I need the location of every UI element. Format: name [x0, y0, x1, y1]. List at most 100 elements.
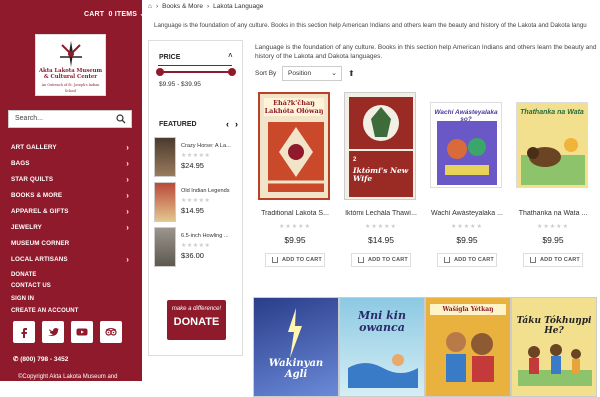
- chevron-right-icon: ›: [126, 255, 129, 264]
- nav-label: STAR QUILTS: [11, 176, 54, 183]
- nav-star-quilts[interactable]: STAR QUILTS ›: [11, 175, 129, 184]
- product-image[interactable]: Mni kin owanca: [339, 297, 425, 397]
- featured-next-icon[interactable]: ›: [235, 119, 238, 129]
- twitter-button[interactable]: [42, 321, 64, 343]
- product-name[interactable]: Iktómi Lechála Thawí...: [340, 210, 422, 217]
- product-price: $9.95: [284, 235, 306, 245]
- product-image[interactable]: Ehá?k'čhaŋ Lakhóta Ołówaŋ: [258, 92, 330, 200]
- nav-art-gallery[interactable]: ART GALLERY ›: [11, 143, 129, 152]
- product-image[interactable]: Wakinyan Agli: [253, 297, 339, 397]
- cart-icon: [444, 257, 450, 263]
- cart-link[interactable]: CART 0 ITEMS ⌄: [84, 10, 145, 18]
- search-icon[interactable]: [116, 114, 126, 124]
- link-label: CONTACT US: [11, 283, 51, 289]
- featured-price: $14.95: [181, 206, 204, 215]
- chevron-right-icon: ›: [126, 223, 129, 232]
- phone-number[interactable]: ✆ (800) 798 - 3452: [13, 355, 68, 363]
- featured-name[interactable]: Old Indian Legends: [181, 188, 230, 194]
- search-input[interactable]: Search...: [8, 110, 132, 128]
- featured-thumbnail[interactable]: [154, 137, 176, 177]
- featured-prev-icon[interactable]: ‹: [226, 119, 229, 129]
- cart-label: CART: [84, 11, 105, 18]
- logo-line2: & Cultural Center: [43, 74, 98, 80]
- book-cover-art: [268, 122, 324, 192]
- featured-thumbnail[interactable]: [154, 182, 176, 222]
- nav-jewelry[interactable]: JEWELRY ›: [11, 223, 129, 232]
- product-name[interactable]: Thathanka na Wata ...: [512, 210, 594, 217]
- slider-min-handle[interactable]: [156, 68, 164, 76]
- facebook-button[interactable]: [13, 321, 35, 343]
- breadcrumb-separator: ›: [155, 3, 159, 10]
- price-range: $9.95 - $39.95: [159, 81, 201, 88]
- product-price: $9.95: [456, 235, 478, 245]
- link-contact-us[interactable]: CONTACT US: [11, 283, 129, 289]
- sort-direction-icon[interactable]: ⬆: [348, 69, 355, 78]
- add-to-cart-button[interactable]: ADD TO CART: [523, 253, 583, 267]
- nav-label: JEWELRY: [11, 224, 42, 231]
- lightning-art: [288, 308, 302, 358]
- nav-museum-corner[interactable]: MUSEUM CORNER: [11, 240, 129, 247]
- featured-price: $24.95: [181, 161, 204, 170]
- youtube-button[interactable]: [71, 321, 93, 343]
- feather-emblem-icon: [60, 41, 82, 67]
- cover-title: Thathanka na Wata: [520, 109, 584, 116]
- add-to-cart-button[interactable]: ADD TO CART: [351, 253, 411, 267]
- product-image[interactable]: Wašígla Yétkaŋ: [425, 297, 511, 397]
- featured-price: $36.00: [181, 251, 204, 260]
- chevron-down-icon: ⌄: [331, 70, 337, 77]
- link-label: DONATE: [11, 272, 37, 278]
- nav-books-more[interactable]: BOOKS & MORE ›: [11, 191, 129, 200]
- breadcrumb-books-more[interactable]: Books & More: [162, 3, 203, 10]
- family-art: [518, 344, 592, 386]
- product-name[interactable]: Traditional Lakota S...: [254, 210, 336, 217]
- breadcrumb-current: Lakota Language: [213, 3, 264, 10]
- link-label: SIGN IN: [11, 296, 35, 302]
- product-price: $14.95: [368, 235, 394, 245]
- featured-name[interactable]: 6.5-inch Howling ...: [181, 233, 229, 239]
- chevron-right-icon: ›: [126, 159, 129, 168]
- featured-item[interactable]: Crazy Horse: A La... ★★★★★ $24.95: [154, 137, 239, 177]
- featured-thumbnail[interactable]: [154, 227, 176, 267]
- product-image[interactable]: Thathanka na Wata: [516, 102, 588, 188]
- logo-tagline: An Outreach of St. Joseph's Indian Schoo…: [41, 83, 100, 93]
- add-to-cart-button[interactable]: ADD TO CART: [437, 253, 497, 267]
- tripadvisor-button[interactable]: [100, 321, 122, 343]
- museum-logo[interactable]: Akta Lakota Museum & Cultural Center An …: [35, 34, 106, 96]
- price-slider[interactable]: [156, 68, 236, 76]
- sort-select[interactable]: Position ⌄: [282, 66, 342, 81]
- youtube-icon: [76, 328, 88, 336]
- nav-local-artisans[interactable]: LOCAL ARTISANS ›: [11, 255, 129, 264]
- rating-stars: ★★★★★: [537, 224, 569, 230]
- nav-label: LOCAL ARTISANS: [11, 256, 68, 263]
- cart-icon: [272, 257, 278, 263]
- rating-stars: ★★★★★: [451, 224, 483, 230]
- home-icon[interactable]: ⌂: [148, 3, 152, 10]
- button-label: ADD TO CART: [540, 257, 580, 263]
- sort-label: Sort By: [255, 70, 277, 77]
- donate-banner[interactable]: make a difference! DONATE: [167, 300, 226, 340]
- link-create-account[interactable]: CREATE AN ACCOUNT: [11, 308, 129, 314]
- featured-name[interactable]: Crazy Horse: A La...: [181, 143, 231, 149]
- nav-bags[interactable]: BAGS ›: [11, 159, 129, 168]
- nav-label: APPAREL & GIFTS: [11, 208, 69, 215]
- link-sign-in[interactable]: SIGN IN: [11, 296, 129, 302]
- book-cover-art: [521, 138, 585, 185]
- tripadvisor-icon: [105, 328, 117, 336]
- product-image[interactable]: Wachí Awásteyalaka so?: [430, 102, 502, 188]
- featured-item[interactable]: 6.5-inch Howling ... ★★★★★ $36.00: [154, 227, 239, 267]
- book-cover-art: [437, 121, 497, 185]
- nav-apparel-gifts[interactable]: APPAREL & GIFTS ›: [11, 207, 129, 216]
- chevron-up-icon[interactable]: ˄: [228, 51, 233, 60]
- slider-max-handle[interactable]: [228, 68, 236, 76]
- add-to-cart-button[interactable]: ADD TO CART: [265, 253, 325, 267]
- phone-text: (800) 798 - 3452: [20, 356, 69, 363]
- product-name[interactable]: Wachí Awásteyalaka ...: [426, 210, 508, 217]
- rating-stars: ★★★★★: [181, 198, 211, 204]
- search-placeholder: Search...: [15, 115, 44, 122]
- link-donate[interactable]: DONATE: [11, 272, 129, 278]
- product-image[interactable]: Táku Tókhuŋpi He?: [511, 297, 597, 397]
- nav-label: BAGS: [11, 160, 30, 167]
- product-image[interactable]: 2 Iktómi's New Wife: [344, 92, 416, 200]
- featured-item[interactable]: Old Indian Legends ★★★★★ $14.95: [154, 182, 239, 222]
- button-label: ADD TO CART: [282, 257, 322, 263]
